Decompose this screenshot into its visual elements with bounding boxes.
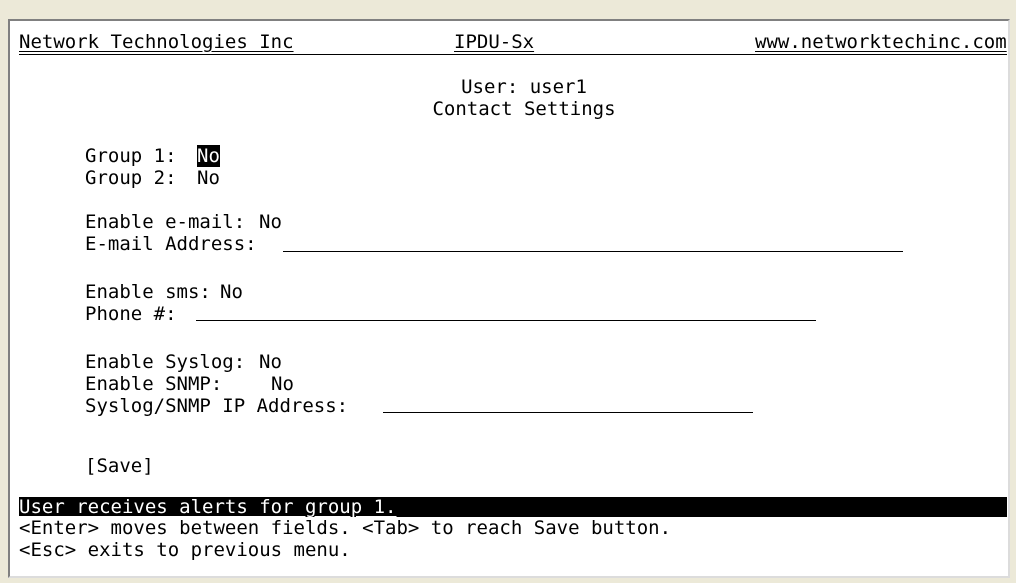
group2-label: Group 2: [85,167,177,189]
enable-syslog-label: Enable Syslog: [85,351,246,373]
enable-snmp-field[interactable]: No [271,373,294,395]
help-line-1: <Enter> moves between fields. <Tab> to r… [19,517,672,539]
group1-label: Group 1: [85,145,177,167]
phone-label: Phone #: [85,303,177,325]
save-button[interactable]: [Save] [85,455,154,477]
status-bar: User receives alerts for group 1. [19,496,1007,518]
ip-address-field[interactable] [383,412,753,413]
phone-field[interactable] [196,320,816,321]
header-divider [19,54,1007,55]
group1-field[interactable]: No [197,145,220,167]
enable-email-field[interactable]: No [259,211,282,233]
enable-email-label: Enable e-mail: [85,211,246,233]
company-name: Network Technologies Inc [19,31,294,53]
email-address-label: E-mail Address: [85,233,257,255]
group2-field[interactable]: No [197,167,220,189]
page-title: Contact Settings [432,98,616,120]
website-link: www.networktechinc.com [755,31,1007,53]
terminal-window: Network Technologies Inc IPDU-Sx www.net… [8,19,1010,578]
status-message: User receives alerts for group 1. [19,496,397,518]
user-line: User: user1 [461,76,587,98]
ip-address-label: Syslog/SNMP IP Address: [85,395,349,417]
enable-sms-label: Enable sms: [85,281,211,303]
email-address-field[interactable] [283,251,903,252]
enable-syslog-field[interactable]: No [259,351,282,373]
enable-sms-field[interactable]: No [220,281,243,303]
product-name: IPDU-Sx [454,31,535,53]
help-line-2: <Esc> exits to previous menu. [19,539,351,561]
enable-snmp-label: Enable SNMP: [85,373,223,395]
